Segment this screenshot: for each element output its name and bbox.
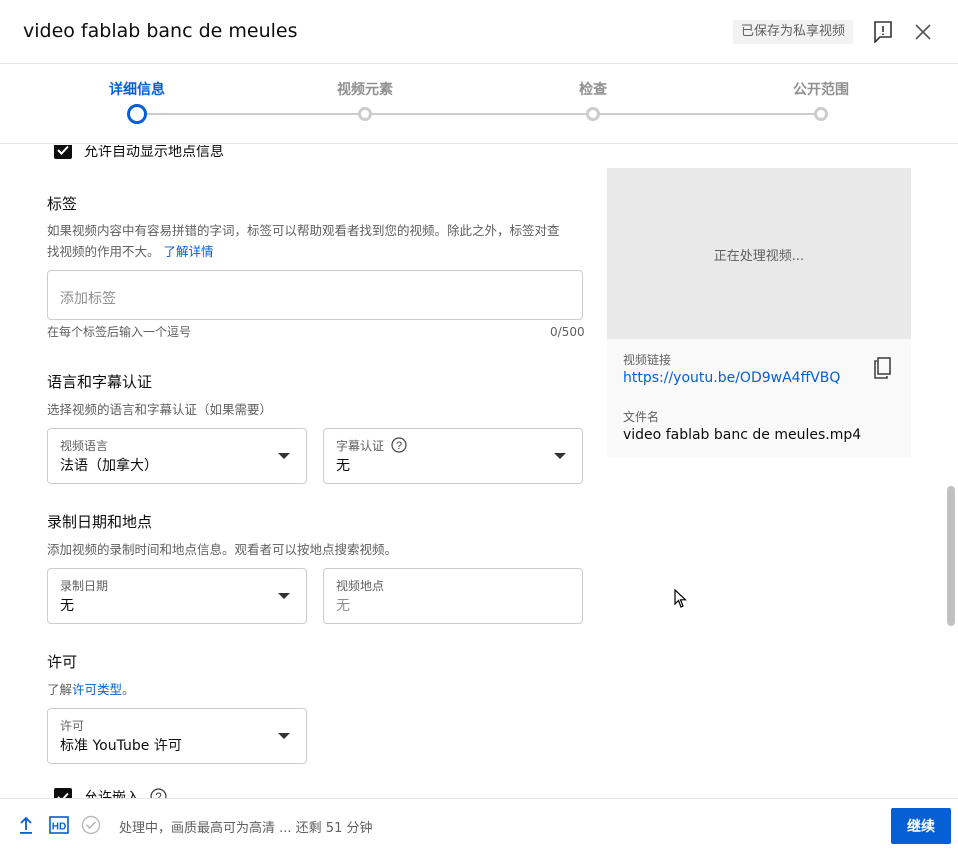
tags-description-line2: 找视频的作用不大。 [47, 244, 160, 259]
video-link-label: 视频链接 [623, 353, 672, 367]
language-description: 选择视频的语言和字幕认证（如果需要） [47, 402, 273, 417]
caption-cert-label: 字幕认证 ? [336, 437, 407, 454]
license-field-label: 许可 [60, 719, 85, 733]
dropdown-arrow-icon [278, 733, 290, 739]
svg-text:?: ? [156, 791, 163, 798]
upload-icon[interactable] [18, 816, 34, 834]
embed-checkbox[interactable] [54, 788, 72, 798]
dialog-footer: HD 处理中，画质最高可为高清 ... 还剩 51 分钟 继续 [0, 798, 958, 853]
tags-hint: 在每个标签后输入一个逗号 [47, 325, 192, 339]
help-icon[interactable]: ? [391, 437, 407, 453]
location-checkbox-label: 允许自动显示地点信息 [84, 145, 224, 160]
dropdown-arrow-icon [554, 453, 566, 459]
license-title: 许可 [47, 653, 78, 671]
check-icon [57, 792, 69, 798]
continue-button[interactable]: 继续 [891, 808, 951, 844]
stepper-track [137, 113, 821, 115]
step-visibility[interactable]: 公开范围 [761, 79, 881, 99]
license-field-value: 标准 YouTube 许可 [60, 738, 182, 754]
details-scroll-area[interactable]: 允许自动显示地点信息 标签 如果视频内容中有容易拼错的字词，标签可以帮助观看者找… [0, 145, 958, 798]
dialog-title: video fablab banc de meules [23, 20, 298, 42]
processing-message: 正在处理视频... [713, 249, 805, 264]
processing-status: 处理中，画质最高可为高清 ... 还剩 51 分钟 [119, 821, 373, 836]
step-video-elements[interactable]: 视频元素 [305, 79, 425, 99]
video-location-placeholder: 无 [336, 598, 350, 614]
step-dot-video-elements[interactable] [358, 107, 372, 121]
step-dot-details[interactable] [127, 104, 147, 124]
dropdown-arrow-icon [278, 593, 290, 599]
dropdown-arrow-icon [278, 453, 290, 459]
tags-counter: 0/500 [550, 325, 585, 339]
tags-input-placeholder: 添加标签 [60, 291, 116, 307]
svg-text:?: ? [396, 440, 402, 452]
step-dot-checks[interactable] [586, 107, 600, 121]
step-checks[interactable]: 检查 [533, 79, 653, 99]
license-description: 了解许可类型。 [47, 679, 135, 700]
hd-icon[interactable]: HD [49, 816, 69, 834]
step-details[interactable]: 详细信息 [77, 79, 197, 99]
license-desc-prefix: 了解 [47, 682, 73, 697]
caption-cert-label-text: 字幕认证 [336, 439, 385, 453]
recording-date-label: 录制日期 [60, 579, 109, 593]
recording-description: 添加视频的录制时间和地点信息。观看者可以按地点搜索视频。 [47, 542, 398, 557]
close-icon[interactable] [913, 22, 933, 42]
help-icon[interactable]: ? [150, 788, 168, 798]
copy-icon[interactable] [873, 357, 893, 379]
location-checkbox[interactable] [54, 145, 72, 159]
filename-label: 文件名 [623, 410, 660, 424]
recording-title: 录制日期和地点 [47, 513, 153, 531]
embed-checkbox-label-text: 允许嵌入 [84, 790, 140, 798]
mouse-cursor-icon [674, 589, 688, 608]
language-title: 语言和字幕认证 [47, 373, 153, 391]
tags-title: 标签 [47, 195, 78, 213]
caption-cert-value: 无 [336, 458, 350, 474]
tags-learn-more-link[interactable]: 了解详情 [164, 244, 214, 259]
video-link[interactable]: https://youtu.be/OD9wA4ffVBQ [623, 370, 840, 386]
recording-date-value: 无 [60, 598, 74, 614]
saved-status-badge: 已保存为私享视频 [733, 20, 854, 44]
check-icon [57, 145, 69, 155]
check-circle-icon[interactable] [81, 815, 101, 835]
embed-checkbox-label: 允许嵌入 ? [84, 787, 168, 798]
video-location-label: 视频地点 [336, 579, 385, 593]
progress-stepper: 详细信息 视频元素 检查 公开范围 [0, 64, 958, 144]
scrollbar-thumb[interactable] [947, 486, 955, 626]
feedback-icon[interactable] [873, 21, 893, 43]
license-select[interactable]: 许可 标准 YouTube 许可 [47, 708, 307, 764]
recording-date-select[interactable]: 录制日期 无 [47, 568, 307, 624]
video-language-value: 法语（加拿大） [60, 458, 158, 474]
video-location-input[interactable]: 视频地点 无 [323, 568, 583, 624]
tags-input[interactable]: 添加标签 [47, 270, 583, 320]
video-language-select[interactable]: 视频语言 法语（加拿大） [47, 428, 307, 484]
license-types-link[interactable]: 许可类型 [72, 682, 122, 697]
dialog-header: video fablab banc de meules 已保存为私享视频 [0, 0, 958, 64]
caption-certification-select[interactable]: 字幕认证 ? 无 [323, 428, 583, 484]
video-info-card: 正在处理视频... 视频链接 https://youtu.be/OD9wA4ff… [607, 168, 911, 457]
tags-description: 如果视频内容中有容易拼错的字词，标签可以帮助观看者找到您的视频。除此之外，标签对… [47, 220, 587, 262]
video-language-label: 视频语言 [60, 439, 109, 453]
step-dot-visibility[interactable] [814, 107, 828, 121]
video-preview[interactable]: 正在处理视频... [607, 168, 911, 339]
filename-value: video fablab banc de meules.mp4 [623, 427, 862, 443]
license-desc-suffix: 。 [122, 682, 135, 697]
hd-icon-label: HD [52, 822, 66, 833]
tags-description-line1: 如果视频内容中有容易拼错的字词，标签可以帮助观看者找到您的视频。除此之外，标签对… [47, 223, 560, 238]
